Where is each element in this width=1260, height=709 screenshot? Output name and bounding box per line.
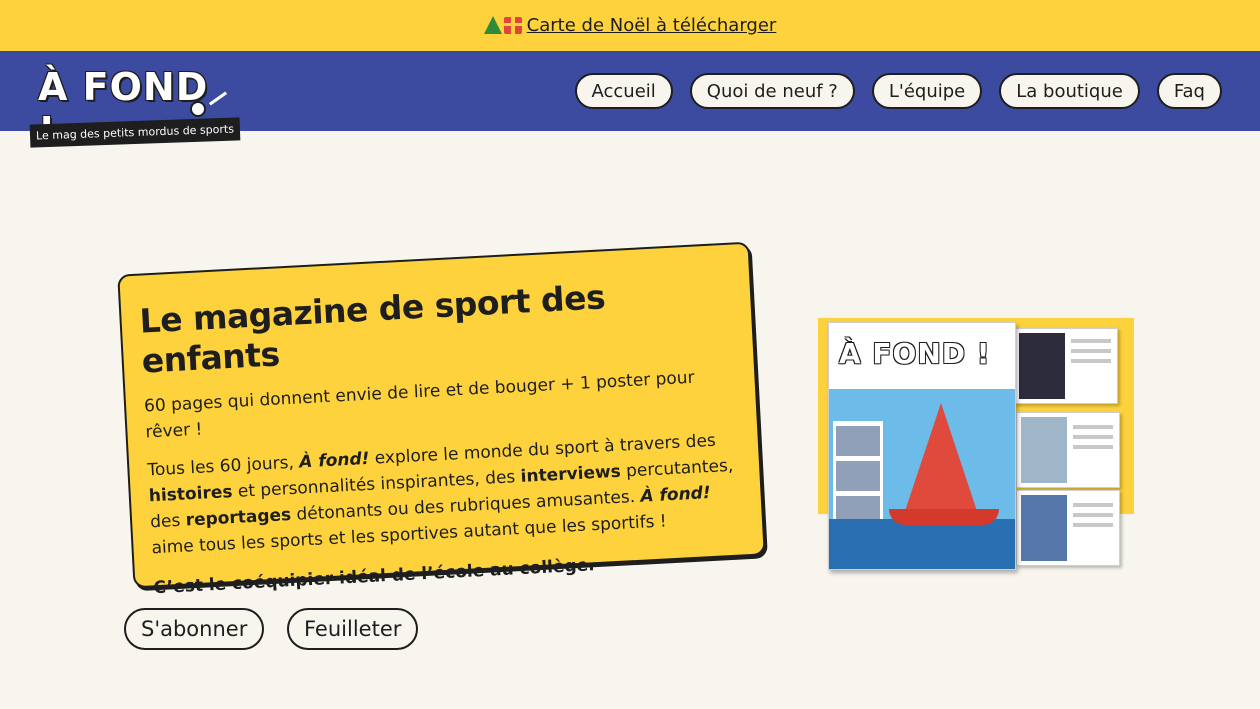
page-text-line [1073, 503, 1113, 507]
christmas-tree-icon [483, 15, 502, 34]
sea-illustration [829, 519, 1015, 569]
magazine-visual: À FOND ! [818, 318, 1134, 576]
page-text-line [1073, 513, 1113, 517]
keyword-reports: reportages [185, 505, 292, 531]
hero-description: Tous les 60 jours, À fond! explore le mo… [147, 427, 743, 562]
nav-news[interactable]: Quoi de neuf ? [689, 73, 855, 109]
nav-shop[interactable]: La boutique [999, 73, 1140, 109]
announcement-bar: Carte de Noël à télécharger [0, 0, 1260, 51]
nav-faq[interactable]: Faq [1156, 73, 1222, 109]
keyword-stories: histoires [148, 482, 233, 507]
magazine-page [1016, 490, 1120, 566]
page-photo [1021, 417, 1067, 483]
page-text-line [1073, 435, 1113, 439]
keyword-interviews: interviews [520, 461, 622, 487]
page-text-line [1073, 425, 1113, 429]
cover-title: À FOND ! [839, 337, 991, 370]
nav-home[interactable]: Accueil [574, 73, 673, 109]
christmas-card-link[interactable]: Carte de Noël à télécharger [483, 15, 777, 36]
subscribe-button[interactable]: S'abonner [124, 608, 265, 650]
christmas-card-link-text: Carte de Noël à télécharger [526, 15, 777, 36]
site-logo[interactable]: À FOND ! Le mag des petits mordus de spo… [29, 61, 241, 153]
basketball-icon [190, 101, 206, 117]
nav-team[interactable]: L'équipe [871, 73, 983, 109]
page-text-line [1071, 359, 1111, 363]
page-photo [1021, 495, 1067, 561]
magazine-name: À fond! [298, 448, 370, 473]
magazine-page [1016, 412, 1120, 488]
page-photo [1019, 333, 1065, 399]
magazine-cover: À FOND ! [828, 322, 1016, 570]
page-text-line [1073, 523, 1113, 527]
hero-card: Le magazine de sport des enfants 60 page… [117, 241, 766, 598]
gift-icon [503, 17, 522, 34]
boat-hull-illustration [889, 509, 999, 525]
nav-links: Accueil Quoi de neuf ? L'équipe La bouti… [574, 73, 1222, 109]
hero-text: Tous les 60 jours, [146, 452, 300, 481]
page-text-line [1071, 339, 1111, 343]
magazine-name: À fond! [639, 483, 712, 507]
sail-illustration [901, 403, 981, 523]
browse-button[interactable]: Feuilleter [287, 608, 419, 650]
magazine-page [1014, 328, 1118, 404]
page-text-line [1071, 349, 1111, 353]
main-navigation: À FOND ! Le mag des petits mordus de spo… [0, 51, 1260, 153]
hero-title: Le magazine de sport des enfants [138, 277, 606, 381]
page-text-line [1073, 445, 1113, 449]
